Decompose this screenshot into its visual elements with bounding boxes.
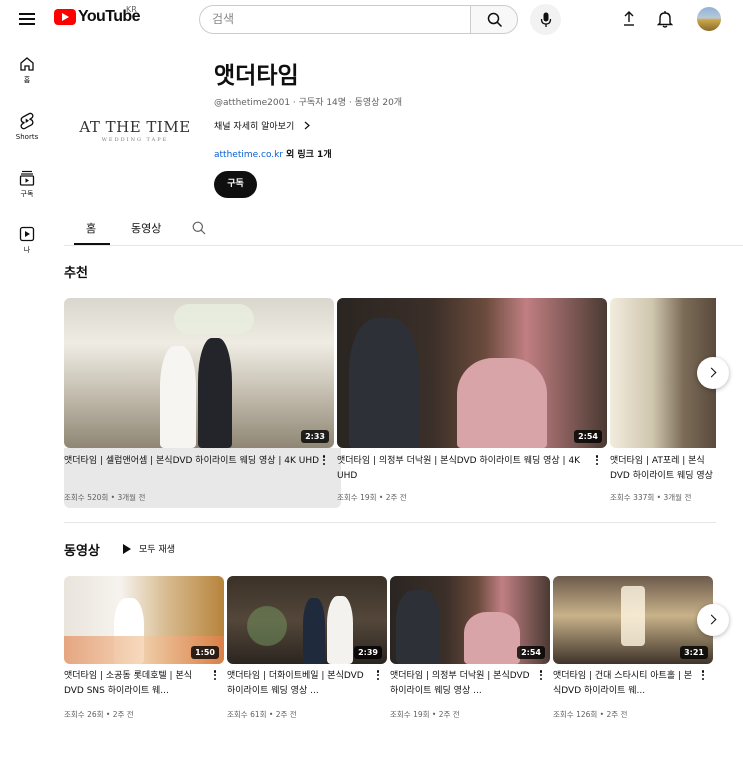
search-icon — [487, 12, 503, 28]
upload-icon[interactable] — [622, 11, 636, 27]
nav-label: 나 — [23, 246, 31, 254]
brand-tagline: WEDDING TAPE — [101, 136, 169, 143]
search-input[interactable]: 검색 — [199, 5, 471, 34]
microphone-icon — [540, 12, 552, 27]
more-vert-icon[interactable] — [537, 669, 545, 683]
video-meta: 조회수 26회 • 2주 전 — [64, 710, 134, 719]
nav-item-subscriptions[interactable]: 구독 — [5, 170, 49, 199]
channel-about-label: 채널 자세히 알아보기 — [214, 122, 295, 132]
video-thumbnail[interactable]: 2:54 — [390, 576, 550, 664]
video-title[interactable]: 앳더타임 | 셀럽앤어셈 | 본식DVD 하이라이트 웨딩 영상 | 4K UH… — [64, 454, 324, 484]
bell-icon[interactable] — [657, 10, 673, 28]
shorts-icon — [20, 112, 34, 130]
nav-label: 구독 — [20, 190, 34, 198]
subscribe-button[interactable]: 구독 — [214, 171, 257, 198]
video-meta: 조회수 19회 • 2주 전 — [337, 493, 407, 502]
nav-item-shorts[interactable]: Shorts — [5, 112, 49, 141]
region-code: KR — [126, 5, 137, 14]
channel-name: 앳더타임 — [214, 63, 299, 89]
more-vert-icon[interactable] — [699, 669, 707, 683]
video-title[interactable]: 앳더타임 | 의정부 더낙원 | 본식DVD 하이라이트 웨딩 영상 | 4K … — [337, 454, 592, 484]
video-duration: 2:39 — [354, 646, 382, 659]
search-button[interactable] — [470, 5, 518, 34]
videos-section-title: 동영상 — [64, 544, 100, 559]
carousel-next-button[interactable] — [697, 604, 729, 636]
video-thumbnail[interactable]: 2:54 — [337, 298, 607, 448]
more-vert-icon[interactable] — [374, 669, 382, 683]
channel-search-icon[interactable] — [192, 221, 206, 235]
youtube-play-icon — [54, 9, 76, 25]
channel-meta: @atthetime2001 · 구독자 14명 · 동영상 20개 — [214, 98, 403, 108]
video-title[interactable]: 앳더타임 | 소공동 롯데호텔 | 본식DVD SNS 하이라이트 웨... — [64, 669, 208, 699]
video-duration: 2:54 — [517, 646, 545, 659]
recommended-title: 추천 — [64, 266, 88, 281]
you-icon — [19, 226, 35, 242]
more-vert-icon[interactable] — [211, 669, 219, 683]
tabs-divider — [64, 245, 743, 246]
nav-item-home[interactable]: 홈 — [5, 56, 49, 85]
play-icon — [123, 543, 131, 554]
brand-wordmark: AT THE TIME — [79, 117, 191, 136]
video-thumbnail[interactable]: 3:21 — [553, 576, 713, 664]
home-icon — [20, 57, 34, 71]
video-meta: 조회수 337회 • 3개월 전 — [610, 493, 692, 502]
video-duration: 1:50 — [191, 646, 219, 659]
nav-item-you[interactable]: 나 — [5, 226, 49, 255]
top-bar: YouTube KR 검색 — [0, 0, 743, 38]
carousel-next-button[interactable] — [697, 357, 729, 389]
channel-website-link[interactable]: atthetime.co.kr — [214, 150, 283, 160]
video-title[interactable]: 앳더타임 | 건대 스타시티 아트홀 | 본식DVD 하이라이트 웨... — [553, 669, 697, 699]
tab-videos[interactable]: 동영상 — [131, 220, 161, 236]
section-divider — [64, 522, 716, 523]
channel-logo: AT THE TIME WEDDING TAPE — [74, 80, 196, 180]
subscriptions-icon — [19, 170, 35, 186]
avatar[interactable] — [697, 7, 721, 31]
video-meta: 조회수 520회 • 3개월 전 — [64, 493, 146, 502]
menu-icon[interactable] — [17, 10, 37, 28]
play-all-label: 모두 재생 — [139, 545, 175, 555]
video-title[interactable]: 앳더타임 | 더화이트베일 | 본식DVD 하이라이트 웨딩 영상 ... — [227, 669, 371, 699]
video-duration: 2:54 — [574, 430, 602, 443]
chevron-right-icon — [304, 121, 311, 130]
video-duration: 2:33 — [301, 430, 329, 443]
channel-about-link[interactable]: 채널 자세히 알아보기 — [214, 119, 311, 132]
video-duration: 3:21 — [680, 646, 708, 659]
video-thumbnail[interactable]: 1:50 — [64, 576, 224, 664]
more-vert-icon[interactable] — [593, 454, 601, 468]
video-thumbnail[interactable]: 2:33 — [64, 298, 334, 448]
voice-search-button[interactable] — [530, 4, 561, 35]
tab-home[interactable]: 홈 — [86, 220, 96, 236]
video-meta: 조회수 126회 • 2주 전 — [553, 710, 628, 719]
nav-label: Shorts — [15, 133, 39, 141]
video-thumbnail[interactable]: 2:39 — [227, 576, 387, 664]
video-meta: 조회수 61회 • 2주 전 — [227, 710, 297, 719]
more-links-label[interactable]: 외 링크 1개 — [286, 150, 332, 160]
more-vert-icon[interactable] — [320, 454, 328, 468]
nav-label: 홈 — [23, 76, 31, 84]
video-meta: 조회수 19회 • 2주 전 — [390, 710, 460, 719]
play-all-button[interactable]: 모두 재생 — [123, 542, 175, 555]
channel-links: atthetime.co.kr 외 링크 1개 — [214, 147, 332, 160]
video-title[interactable]: 앳더타임 | 의정부 더낙원 | 본식DVD 하이라이트 웨딩 영상 ... — [390, 669, 534, 699]
video-title[interactable]: 앳더타임 | AT포레 | 본식DVD 하이라이트 웨딩 영상 | 4K UHD — [610, 454, 716, 484]
